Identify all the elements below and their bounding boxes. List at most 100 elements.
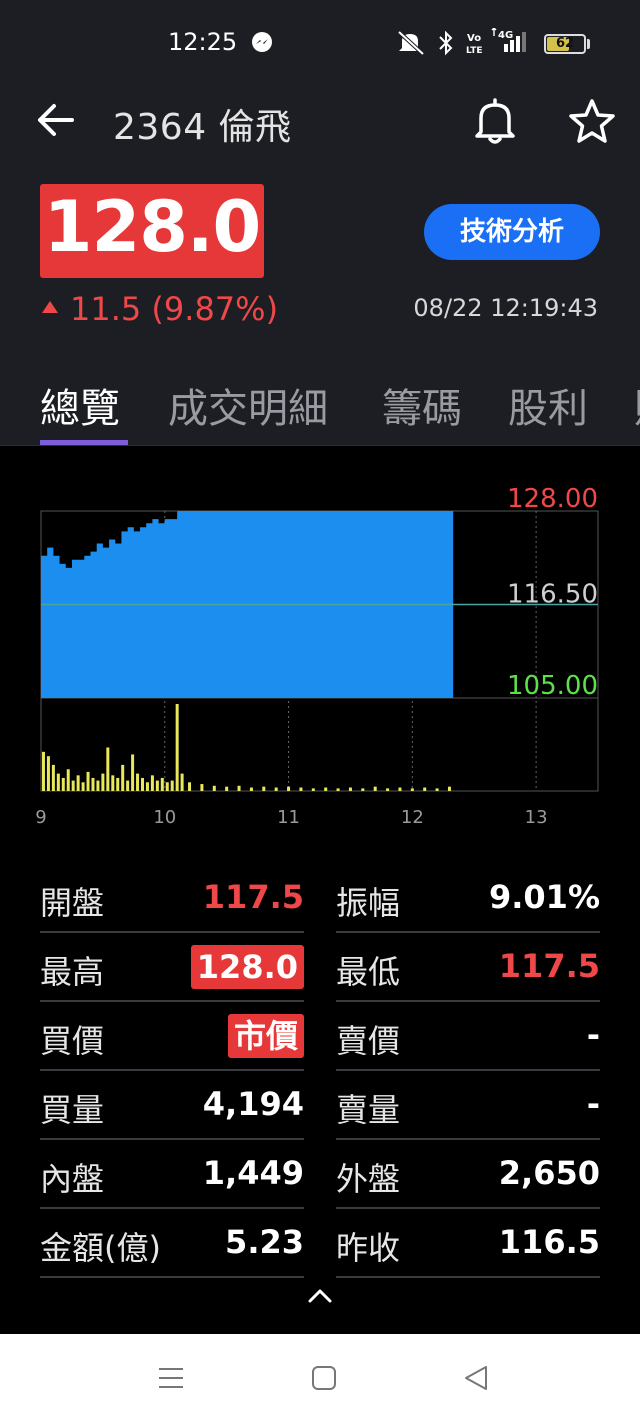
volume-bar — [447, 786, 451, 791]
time-tick-label: 13 — [525, 807, 548, 828]
volume-bar — [66, 769, 70, 791]
stock-title: 2364 倫飛 — [113, 107, 292, 148]
mute-icon — [397, 30, 425, 56]
volume-bar — [386, 788, 390, 791]
volume-bar — [287, 786, 291, 791]
volume-bar — [311, 788, 315, 791]
messenger-icon — [252, 32, 272, 52]
tab-financials[interactable]: 財 — [634, 376, 640, 434]
stat-value: - — [586, 1085, 600, 1123]
volume-bar — [160, 777, 164, 791]
volume-bar — [170, 780, 174, 791]
divider — [0, 445, 640, 446]
price-change: 11.5 (9.87%) — [42, 290, 278, 328]
quote-stats: 開盤 117.5 振幅 9.01% 最高 128.0 最低 117.5 買價 市價 賣價 - 買量 4,1… — [40, 864, 600, 1278]
volume-bar — [140, 777, 144, 791]
svg-text:LTE: LTE — [466, 46, 483, 56]
volume-bar — [126, 780, 130, 791]
stat-value: 5.23 — [225, 1223, 304, 1261]
technical-analysis-button[interactable]: 技術分析 — [424, 204, 600, 260]
volume-bar — [274, 787, 278, 791]
volume-bar — [150, 775, 154, 791]
volte-icon: Vo LTE — [466, 33, 483, 56]
volume-bar — [131, 754, 135, 791]
volume-bar — [81, 782, 85, 791]
star-icon[interactable] — [567, 96, 617, 146]
battery-tip — [587, 39, 590, 49]
tab-trade-details[interactable]: 成交明細 — [168, 376, 328, 434]
row-divider — [336, 1276, 600, 1278]
battery-percent: 62 — [555, 36, 575, 51]
home-icon[interactable] — [311, 1365, 337, 1391]
volume-bar — [188, 782, 192, 791]
back-triangle-icon[interactable] — [462, 1364, 490, 1392]
stat-value: - — [586, 1016, 600, 1054]
volume-bar — [86, 771, 90, 791]
price-label-high: 128.00 — [507, 484, 598, 514]
stat-label: 金額(億) — [40, 1229, 161, 1267]
intraday-chart[interactable]: 128.00 116.50 105.00 9 10 11 12 13 — [0, 480, 640, 840]
tab-dividends[interactable]: 股利 — [508, 376, 588, 434]
volume-bar — [145, 782, 149, 791]
time-axis: 9 10 11 12 13 — [35, 807, 547, 828]
time-tick-label: 11 — [277, 807, 300, 828]
stat-label: 買價 — [40, 1022, 105, 1060]
volume-bar — [101, 773, 105, 791]
volume-bar — [423, 787, 427, 791]
stat-label: 昨收 — [336, 1229, 401, 1267]
stat-label: 賣量 — [336, 1091, 401, 1129]
volume-bar — [361, 788, 365, 791]
bell-icon[interactable] — [471, 96, 519, 146]
volume-bar — [249, 787, 253, 791]
volume-bar — [76, 775, 80, 791]
stat-value: 117.5 — [498, 947, 600, 985]
volume-bar — [91, 777, 95, 791]
price-change-value: 11.5 (9.87%) — [70, 290, 279, 328]
volume-bar — [336, 788, 340, 791]
volume-bar — [111, 775, 115, 791]
stat-label: 最高 — [40, 953, 105, 991]
volume-bar — [155, 780, 159, 791]
bluetooth-icon — [439, 30, 453, 56]
volume-bar — [435, 788, 439, 791]
time-tick-label: 12 — [401, 807, 424, 828]
stat-label: 賣價 — [336, 1022, 401, 1060]
volume-bar — [41, 751, 45, 791]
tab-chips[interactable]: 籌碼 — [382, 376, 462, 434]
volume-bar — [225, 786, 229, 791]
volume-bar — [212, 785, 216, 791]
stat-value: 4,194 — [202, 1085, 304, 1123]
back-arrow-icon[interactable] — [34, 100, 78, 140]
volume-bar — [180, 773, 184, 791]
recent-apps-icon[interactable] — [157, 1364, 185, 1392]
stat-row: 買量 4,194 賣量 - — [40, 1071, 600, 1140]
stat-row: 買價 市價 賣價 - — [40, 1002, 600, 1071]
stat-value: 9.01% — [488, 878, 600, 916]
stat-row: 內盤 1,449 外盤 2,650 — [40, 1140, 600, 1209]
volume-bars — [41, 704, 451, 791]
stat-value: 市價 — [227, 1014, 304, 1058]
volume-bar — [324, 787, 328, 791]
tab-overview[interactable]: 總覽 — [40, 376, 120, 434]
volume-bar — [398, 787, 402, 791]
volume-bar — [262, 786, 266, 791]
stat-value: 128.0 — [190, 945, 304, 989]
stat-row: 開盤 117.5 振幅 9.01% — [40, 864, 600, 933]
current-price: 128.0 — [43, 186, 261, 268]
price-label-reference: 116.50 — [507, 580, 598, 610]
chevron-up-icon[interactable] — [305, 1284, 335, 1308]
volume-bar — [373, 786, 377, 791]
volume-bar — [96, 780, 100, 791]
up-triangle-icon — [42, 301, 58, 313]
volume-bar — [116, 777, 120, 791]
quote-timestamp: 08/22 12:19:43 — [413, 294, 598, 322]
svg-text:Vo: Vo — [467, 33, 481, 44]
status-time: 12:25 — [168, 28, 238, 56]
volume-bar — [46, 756, 50, 791]
price-badge: 128.0 — [40, 184, 264, 278]
stat-row: 最高 128.0 最低 117.5 — [40, 933, 600, 1002]
stat-value: 1,449 — [202, 1154, 304, 1192]
stat-label: 外盤 — [336, 1160, 401, 1198]
volume-bar — [200, 784, 204, 791]
stat-label: 開盤 — [40, 884, 105, 922]
